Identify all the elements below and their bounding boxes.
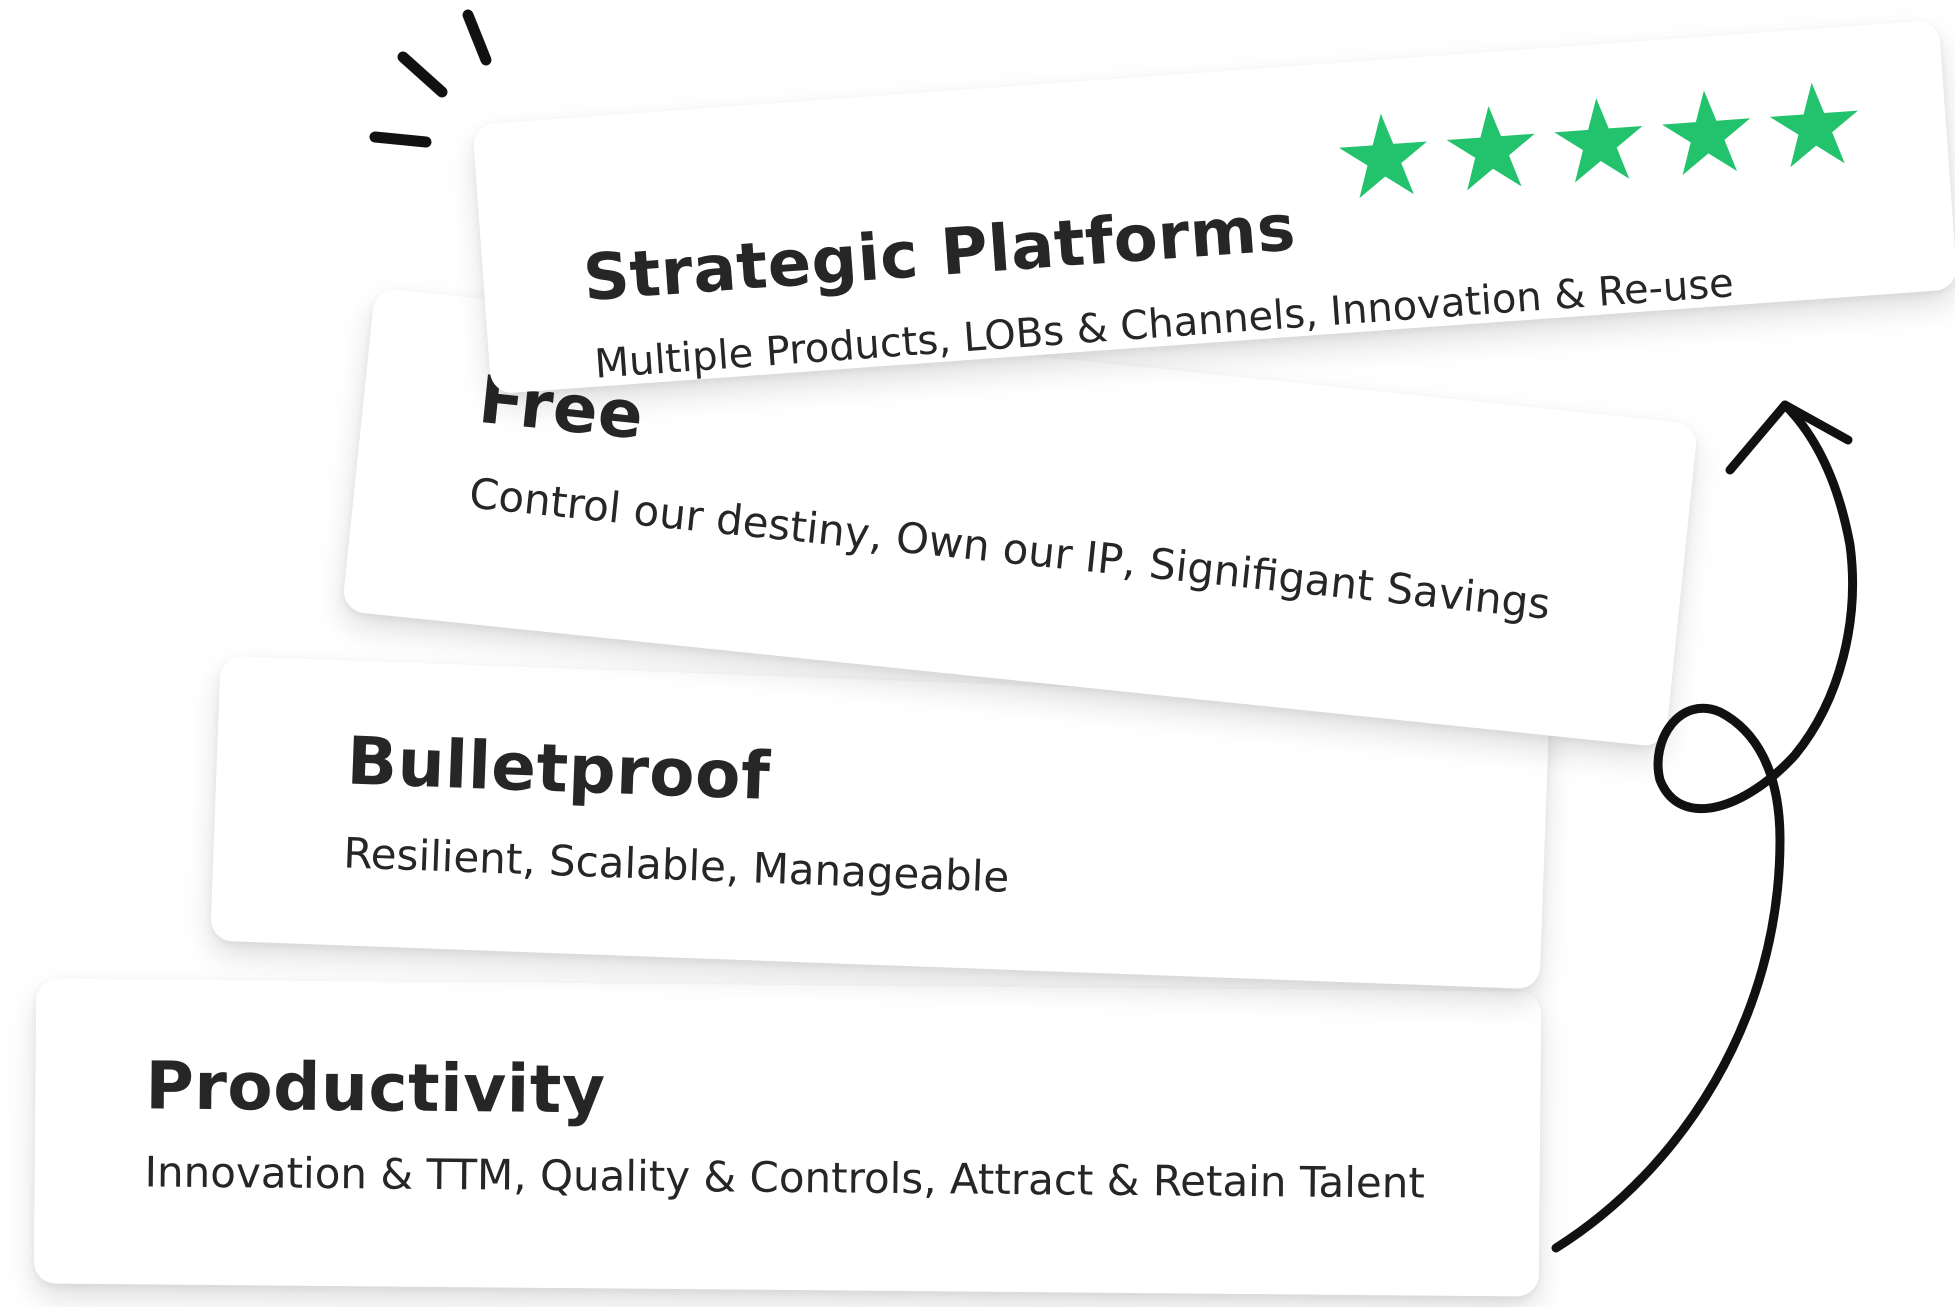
curly-arrow-up-icon — [1551, 400, 1857, 1253]
